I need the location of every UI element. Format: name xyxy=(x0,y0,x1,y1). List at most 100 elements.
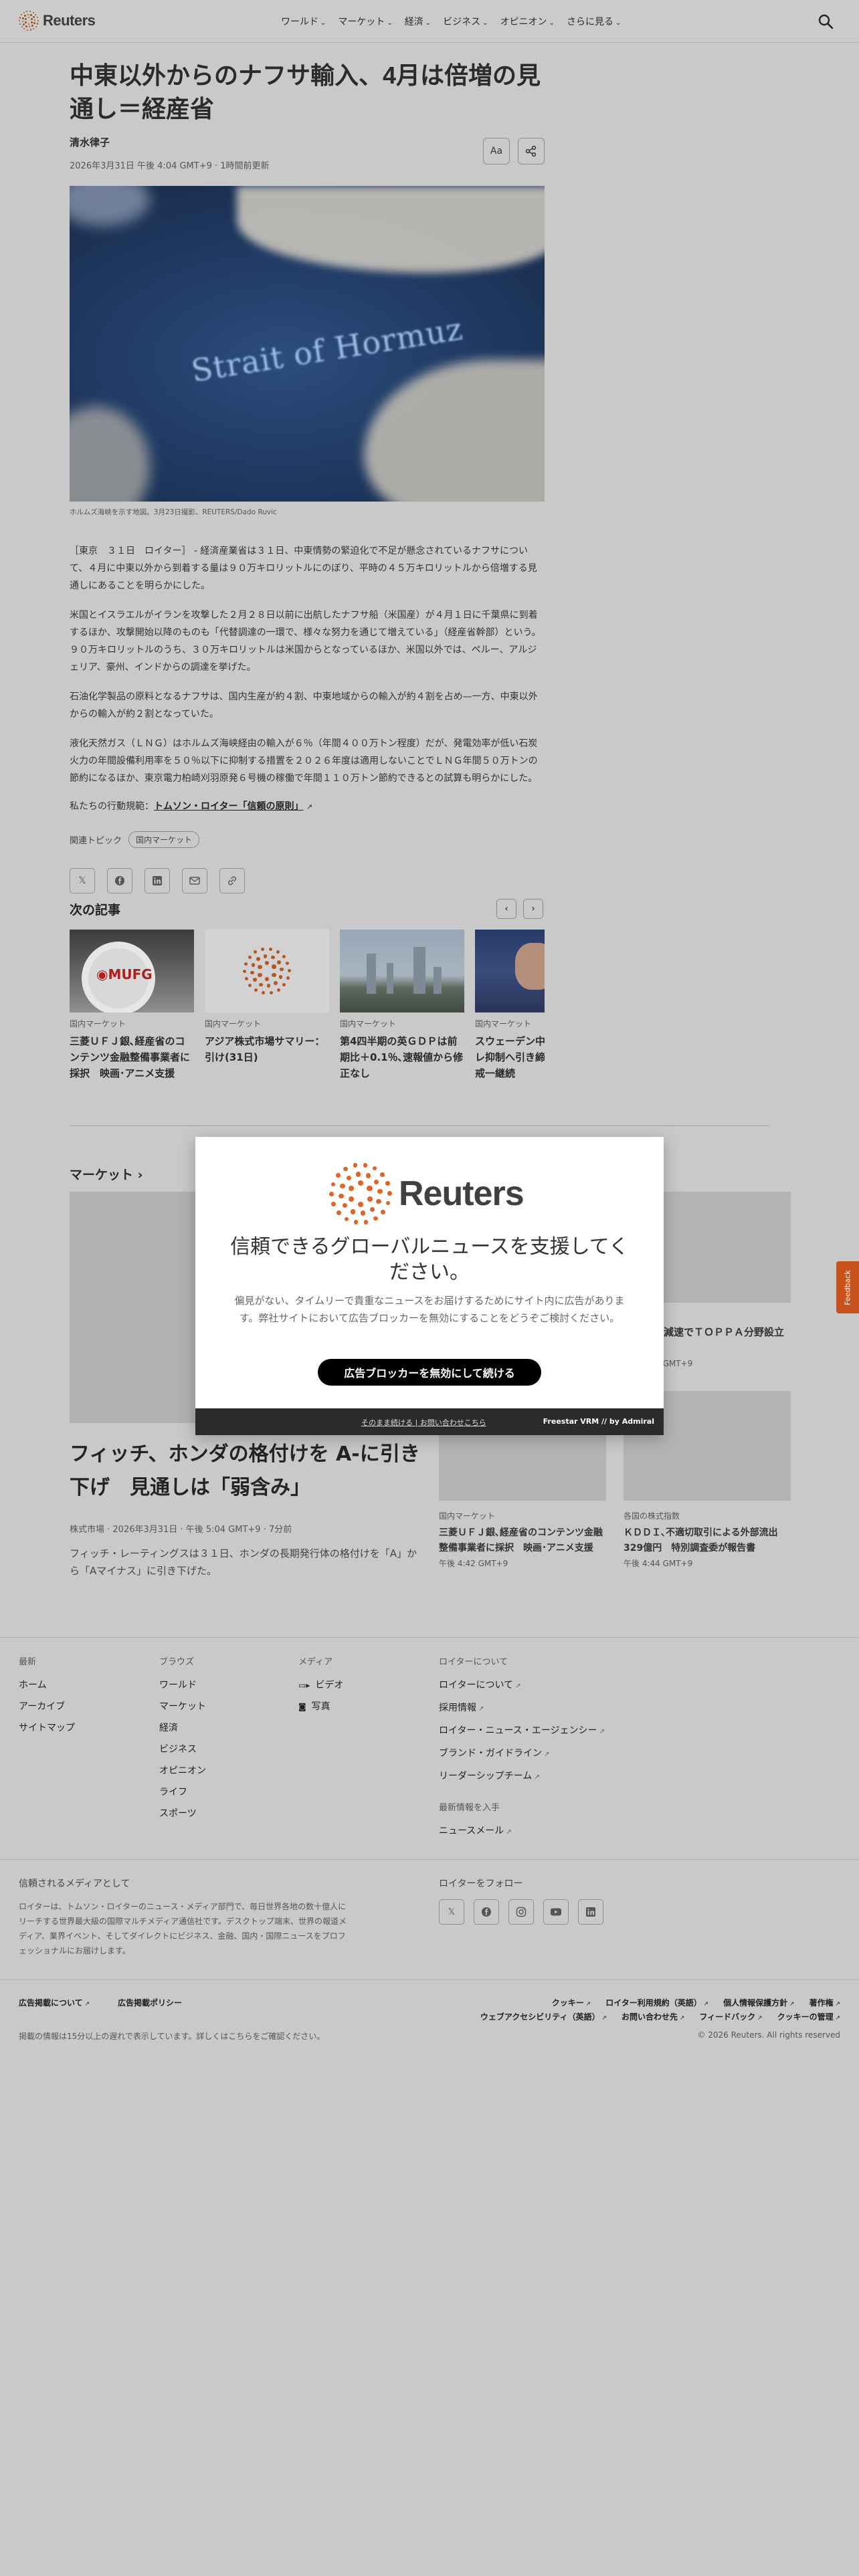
logo-dot xyxy=(35,25,37,27)
logo-dot xyxy=(33,22,35,24)
card-title: 第4四半期の英ＧＤＰは前期比＋0.1％､速報値から修正なし xyxy=(340,1035,464,1079)
logo-dot xyxy=(357,1180,363,1186)
footer-legal-link[interactable]: フィードバック xyxy=(699,2011,762,2022)
nav-opinion[interactable]: オピニオン ⌄ xyxy=(500,15,555,28)
youtube-icon[interactable] xyxy=(543,1899,569,1925)
card-time: 午後 4:42 GMT+9 xyxy=(439,1559,508,1568)
next-articles-carousel: ◉MUFG 国内マーケット 三菱ＵＦＪ銀､経産省のコンテンツ金融整備事業者に採択… xyxy=(70,930,545,1090)
article-author[interactable]: 清水律子 xyxy=(70,135,545,149)
footer-link[interactable]: ロイター・ニュース・エージェンシー xyxy=(439,1720,605,1743)
logo-dot xyxy=(250,970,254,975)
facebook-icon[interactable] xyxy=(474,1899,499,1925)
logo-dot xyxy=(32,11,34,13)
nav-markets[interactable]: マーケット ⌄ xyxy=(338,15,392,28)
next-article-card[interactable]: ◉MUFG 国内マーケット 三菱ＵＦＪ銀､経産省のコンテンツ金融整備事業者に採択… xyxy=(70,930,194,1090)
footer-link[interactable]: ロイターについて xyxy=(439,1675,605,1697)
footer-link-video[interactable]: ▭▸ ビデオ xyxy=(298,1675,343,1696)
footer-link[interactable]: アーカイブ xyxy=(19,1696,75,1717)
footer-link[interactable]: ホーム xyxy=(19,1675,75,1696)
article-thumbnail: ◉MUFG xyxy=(70,930,194,1012)
card-kicker: 国内マーケット xyxy=(439,1511,496,1521)
next-article-card[interactable]: 国内マーケット スウェーデン中銀、インフレ抑制へ引き締め必要も 警戒一継続 xyxy=(475,930,545,1090)
nav-more[interactable]: さらに見る ⌄ xyxy=(567,15,621,28)
footer-col-browse: ブラウズ ワールド マーケット 経済 ビジネス オピニオン ライフ スポーツ xyxy=(159,1652,206,1824)
footer-link-newsletter[interactable]: ニュースメール xyxy=(439,1820,605,1843)
reuters-logo-icon xyxy=(19,11,39,31)
logo-dot xyxy=(367,1196,373,1202)
nav-world[interactable]: ワールド ⌄ xyxy=(281,15,326,28)
logo-dot xyxy=(33,27,35,29)
logo-dot xyxy=(243,970,247,974)
logo-dot xyxy=(348,1185,355,1192)
x-share-icon[interactable]: 𝕏 xyxy=(70,868,95,893)
footer-legal-link[interactable]: ウェブアクセシビリティ（英語） xyxy=(480,2011,607,2022)
footer-link[interactable]: 経済 xyxy=(159,1717,206,1739)
font-size-button[interactable]: Aa xyxy=(483,138,510,165)
footer-link[interactable]: オピニオン xyxy=(159,1760,206,1782)
logo-dot xyxy=(258,973,262,978)
footer-legal-links: クッキー ロイター利用規約（英語） 個人情報保護方針 著作権 ウェブアクセシビリ… xyxy=(428,1997,840,2022)
footer-link[interactable]: リーダーシップチーム xyxy=(439,1765,605,1788)
footer-legal-link[interactable]: ロイター利用規約（英語） xyxy=(605,1997,708,2008)
logo-dot xyxy=(31,25,33,27)
logo-dot xyxy=(263,954,268,958)
footer-col-heading: ロイターについて xyxy=(439,1657,508,1667)
footer-link[interactable]: サイトマップ xyxy=(19,1717,75,1739)
logo-dot xyxy=(342,1202,348,1208)
email-share-icon[interactable] xyxy=(182,868,207,893)
thumbnail-shape xyxy=(434,967,442,994)
footer-legal-link[interactable]: 個人情報保護方針 xyxy=(723,1997,794,2008)
footer-link[interactable]: ビジネス xyxy=(159,1739,206,1760)
footer-link[interactable]: 採用情報 xyxy=(439,1697,605,1720)
chevron-left-icon[interactable]: ‹ xyxy=(496,899,516,919)
next-article-card[interactable]: 国内マーケット アジア株式市場サマリー：引け(31日) xyxy=(205,930,329,1090)
logo-dot xyxy=(357,1201,364,1208)
footer-link[interactable]: ライフ xyxy=(159,1782,206,1803)
footer-link-photos[interactable]: ◙ 写真 xyxy=(298,1696,343,1717)
linkedin-share-icon[interactable] xyxy=(145,868,170,893)
footer-legal-link[interactable]: お問い合わせ先 xyxy=(622,2011,684,2022)
markets-section-title[interactable]: マーケット › xyxy=(70,1165,142,1183)
logo-text: Reuters xyxy=(43,12,96,29)
footer-legal-link[interactable]: クッキーの管理 xyxy=(777,2011,840,2022)
linkedin-icon[interactable] xyxy=(578,1899,603,1925)
article-title: 中東以外からのナフサ輸入、4月は倍増の見通し＝経産省 xyxy=(70,62,541,122)
continue-link[interactable]: そのまま続ける | お問い合わせこちら xyxy=(361,1417,486,1428)
nav-business[interactable]: ビジネス ⌄ xyxy=(443,15,488,28)
footer-legal-link[interactable]: 著作権 xyxy=(809,1997,840,2008)
search-icon[interactable] xyxy=(818,13,834,29)
trust-principles-link[interactable]: トムソン・ロイター「信頼の原則」 xyxy=(154,801,303,812)
trust-principles: 私たちの行動規範：トムソン・ロイター「信頼の原則」 ↗ xyxy=(70,799,545,813)
footer-col-heading: メディア xyxy=(298,1657,333,1667)
chevron-right-icon[interactable]: › xyxy=(523,899,543,919)
disable-adblock-button[interactable]: 広告ブロッカーを無効にして続ける xyxy=(318,1359,541,1386)
footer-link[interactable]: ワールド xyxy=(159,1675,206,1696)
card-title: スウェーデン中銀、インフレ抑制へ引き締め必要も 警戒一継続 xyxy=(475,1035,545,1079)
facebook-share-icon[interactable] xyxy=(107,868,132,893)
next-article-card[interactable]: 国内マーケット 第4四半期の英ＧＤＰは前期比＋0.1％､速報値から修正なし xyxy=(340,930,464,1090)
nav-economy[interactable]: 経済 ⌄ xyxy=(405,15,431,28)
logo-dot xyxy=(24,15,26,17)
copy-link-icon[interactable] xyxy=(219,868,245,893)
footer-ads-policy-link[interactable]: 広告掲載ポリシー xyxy=(118,1997,182,2008)
share-button[interactable] xyxy=(518,138,545,165)
modal-logo: Reuters xyxy=(329,1162,524,1225)
reuters-logo[interactable]: Reuters xyxy=(19,11,96,31)
footer-link[interactable]: スポーツ xyxy=(159,1803,206,1824)
markets-main-headline[interactable]: フィッチ、ホンダの格付けを A-に引き下げ 見通しは「弱含み」 xyxy=(70,1438,424,1505)
footer-link[interactable]: マーケット xyxy=(159,1696,206,1717)
footer-trust-heading: 信頼されるメディアとして xyxy=(19,1879,130,1889)
logo-dot xyxy=(343,1166,349,1172)
chevron-down-icon: ⌄ xyxy=(320,19,326,27)
feedback-tab[interactable]: Feedback xyxy=(836,1261,859,1313)
footer-ads-link[interactable]: 広告掲載について xyxy=(19,1997,90,2008)
logo-dot xyxy=(28,26,31,28)
logo-dot xyxy=(277,960,281,964)
topic-chip[interactable]: 国内マーケット xyxy=(128,831,200,848)
footer-legal-link[interactable]: クッキー xyxy=(552,1997,591,2008)
adblock-modal: Reuters 信頼できるグローバルニュースを支援してください。 偏見がない、タ… xyxy=(195,1137,664,1435)
footer-link[interactable]: ブランド・ガイドライン xyxy=(439,1743,605,1765)
follow-icons: 𝕏 xyxy=(439,1899,603,1925)
instagram-icon[interactable] xyxy=(508,1899,534,1925)
x-icon[interactable]: 𝕏 xyxy=(439,1899,464,1925)
